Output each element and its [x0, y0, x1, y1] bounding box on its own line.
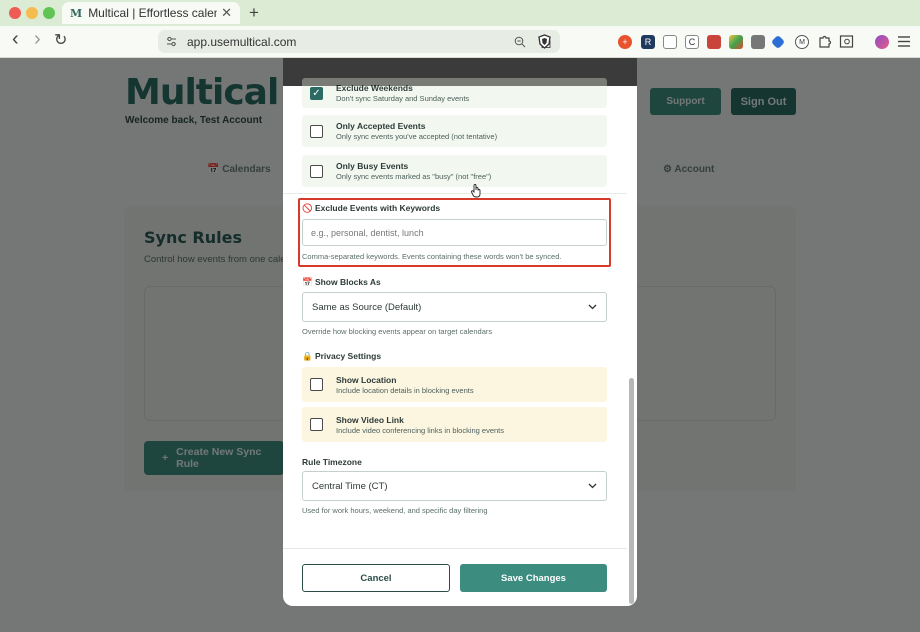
menu-icon[interactable]: [898, 36, 910, 47]
option-desc: Only sync events you've accepted (not te…: [336, 132, 498, 141]
extension-diamond-icon[interactable]: [770, 34, 786, 50]
window-minimize-button[interactable]: [26, 7, 38, 19]
section-divider: [283, 193, 627, 194]
show-blocks-label: 📅 Show Blocks As: [302, 277, 381, 287]
timezone-help: Used for work hours, weekend, and specif…: [302, 506, 488, 515]
show-blocks-help: Override how blocking events appear on t…: [302, 327, 493, 336]
option-desc: Only sync events marked as "busy" (not "…: [336, 172, 492, 181]
only-busy-checkbox[interactable]: [310, 164, 323, 178]
option-label: Show Video Link: [336, 414, 404, 425]
option-show-location[interactable]: Show Location Include location details i…: [302, 367, 607, 402]
site-settings-icon[interactable]: [166, 36, 177, 47]
only-accepted-checkbox[interactable]: [310, 124, 323, 138]
extension-color-icon[interactable]: [729, 35, 743, 49]
extension-page-icon[interactable]: [663, 35, 677, 49]
keywords-help: Comma-separated keywords. Events contain…: [302, 252, 562, 261]
show-video-link-checkbox[interactable]: [310, 418, 323, 431]
keywords-label: 🚫 Exclude Events with Keywords: [302, 203, 441, 213]
option-desc: Include video conferencing links in bloc…: [336, 425, 505, 435]
save-changes-label: Save Changes: [501, 572, 566, 584]
show-blocks-select[interactable]: Same as Source (Default): [302, 292, 607, 322]
back-icon[interactable]: ‹: [12, 28, 19, 51]
option-only-busy[interactable]: Only Busy Events Only sync events marked…: [302, 155, 607, 187]
privacy-label: 🔒 Privacy Settings: [302, 351, 382, 361]
extension-m-icon[interactable]: M: [795, 35, 809, 49]
timezone-value: Central Time (CT): [312, 480, 388, 492]
zoom-icon[interactable]: [514, 36, 526, 48]
address-bar[interactable]: app.usemultical.com: [158, 30, 560, 53]
new-tab-button[interactable]: +: [249, 3, 259, 23]
extension-c-icon[interactable]: C: [685, 35, 699, 49]
extension-r-icon[interactable]: R: [641, 35, 655, 49]
option-label: Show Location: [336, 374, 397, 385]
chevron-down-icon: [588, 483, 597, 489]
browser-tab[interactable]: M Multical | Effortless calendar s ✕: [62, 2, 240, 24]
browser-toolbar: ‹ › ↻ app.usemultical.com + R C M: [0, 26, 920, 58]
option-only-accepted[interactable]: Only Accepted Events Only sync events yo…: [302, 115, 607, 147]
option-label: Exclude Weekends: [336, 83, 413, 93]
modal-footer-divider: [283, 548, 627, 549]
forward-icon[interactable]: ›: [34, 28, 41, 51]
cancel-button[interactable]: Cancel: [302, 564, 450, 592]
extension-camera-icon[interactable]: [751, 35, 765, 49]
option-desc: Include location details in blocking eve…: [336, 385, 474, 395]
option-show-video-link[interactable]: Show Video Link Include video conferenci…: [302, 407, 607, 442]
extensions-puzzle-icon[interactable]: [817, 34, 832, 49]
option-label: Only Accepted Events: [336, 121, 426, 131]
exclude-weekends-checkbox[interactable]: ✓: [310, 86, 323, 100]
exclude-keywords-input[interactable]: [302, 219, 607, 246]
brave-shield-icon[interactable]: [538, 34, 551, 49]
title-bar: M Multical | Effortless calendar s ✕ +: [0, 0, 920, 26]
tab-title: Multical | Effortless calendar s: [88, 6, 217, 20]
profile-avatar[interactable]: [875, 35, 889, 49]
window-close-button[interactable]: [9, 7, 21, 19]
multical-favicon-icon: M: [70, 6, 83, 20]
extension-calendar-icon[interactable]: [707, 35, 721, 49]
timezone-select[interactable]: Central Time (CT): [302, 471, 607, 501]
chevron-down-icon: [588, 304, 597, 310]
extension-add-icon[interactable]: +: [618, 35, 632, 49]
option-exclude-weekends[interactable]: ✓ Exclude Weekends Don't sync Saturday a…: [302, 78, 607, 108]
timezone-label: Rule Timezone: [302, 457, 362, 467]
option-desc: Don't sync Saturday and Sunday events: [336, 94, 470, 103]
url-text: app.usemultical.com: [187, 34, 297, 49]
save-changes-button[interactable]: Save Changes: [460, 564, 607, 592]
option-label: Only Busy Events: [336, 161, 409, 171]
modal-scrollbar-thumb[interactable]: [629, 378, 634, 604]
window-maximize-button[interactable]: [43, 7, 55, 19]
show-location-checkbox[interactable]: [310, 378, 323, 391]
tab-close-icon[interactable]: ✕: [221, 5, 232, 21]
hand-cursor-icon: [471, 184, 481, 198]
cancel-label: Cancel: [360, 572, 392, 584]
reload-icon[interactable]: ↻: [54, 30, 67, 50]
show-blocks-value: Same as Source (Default): [312, 301, 422, 313]
sidebar-search-icon[interactable]: [839, 34, 854, 49]
